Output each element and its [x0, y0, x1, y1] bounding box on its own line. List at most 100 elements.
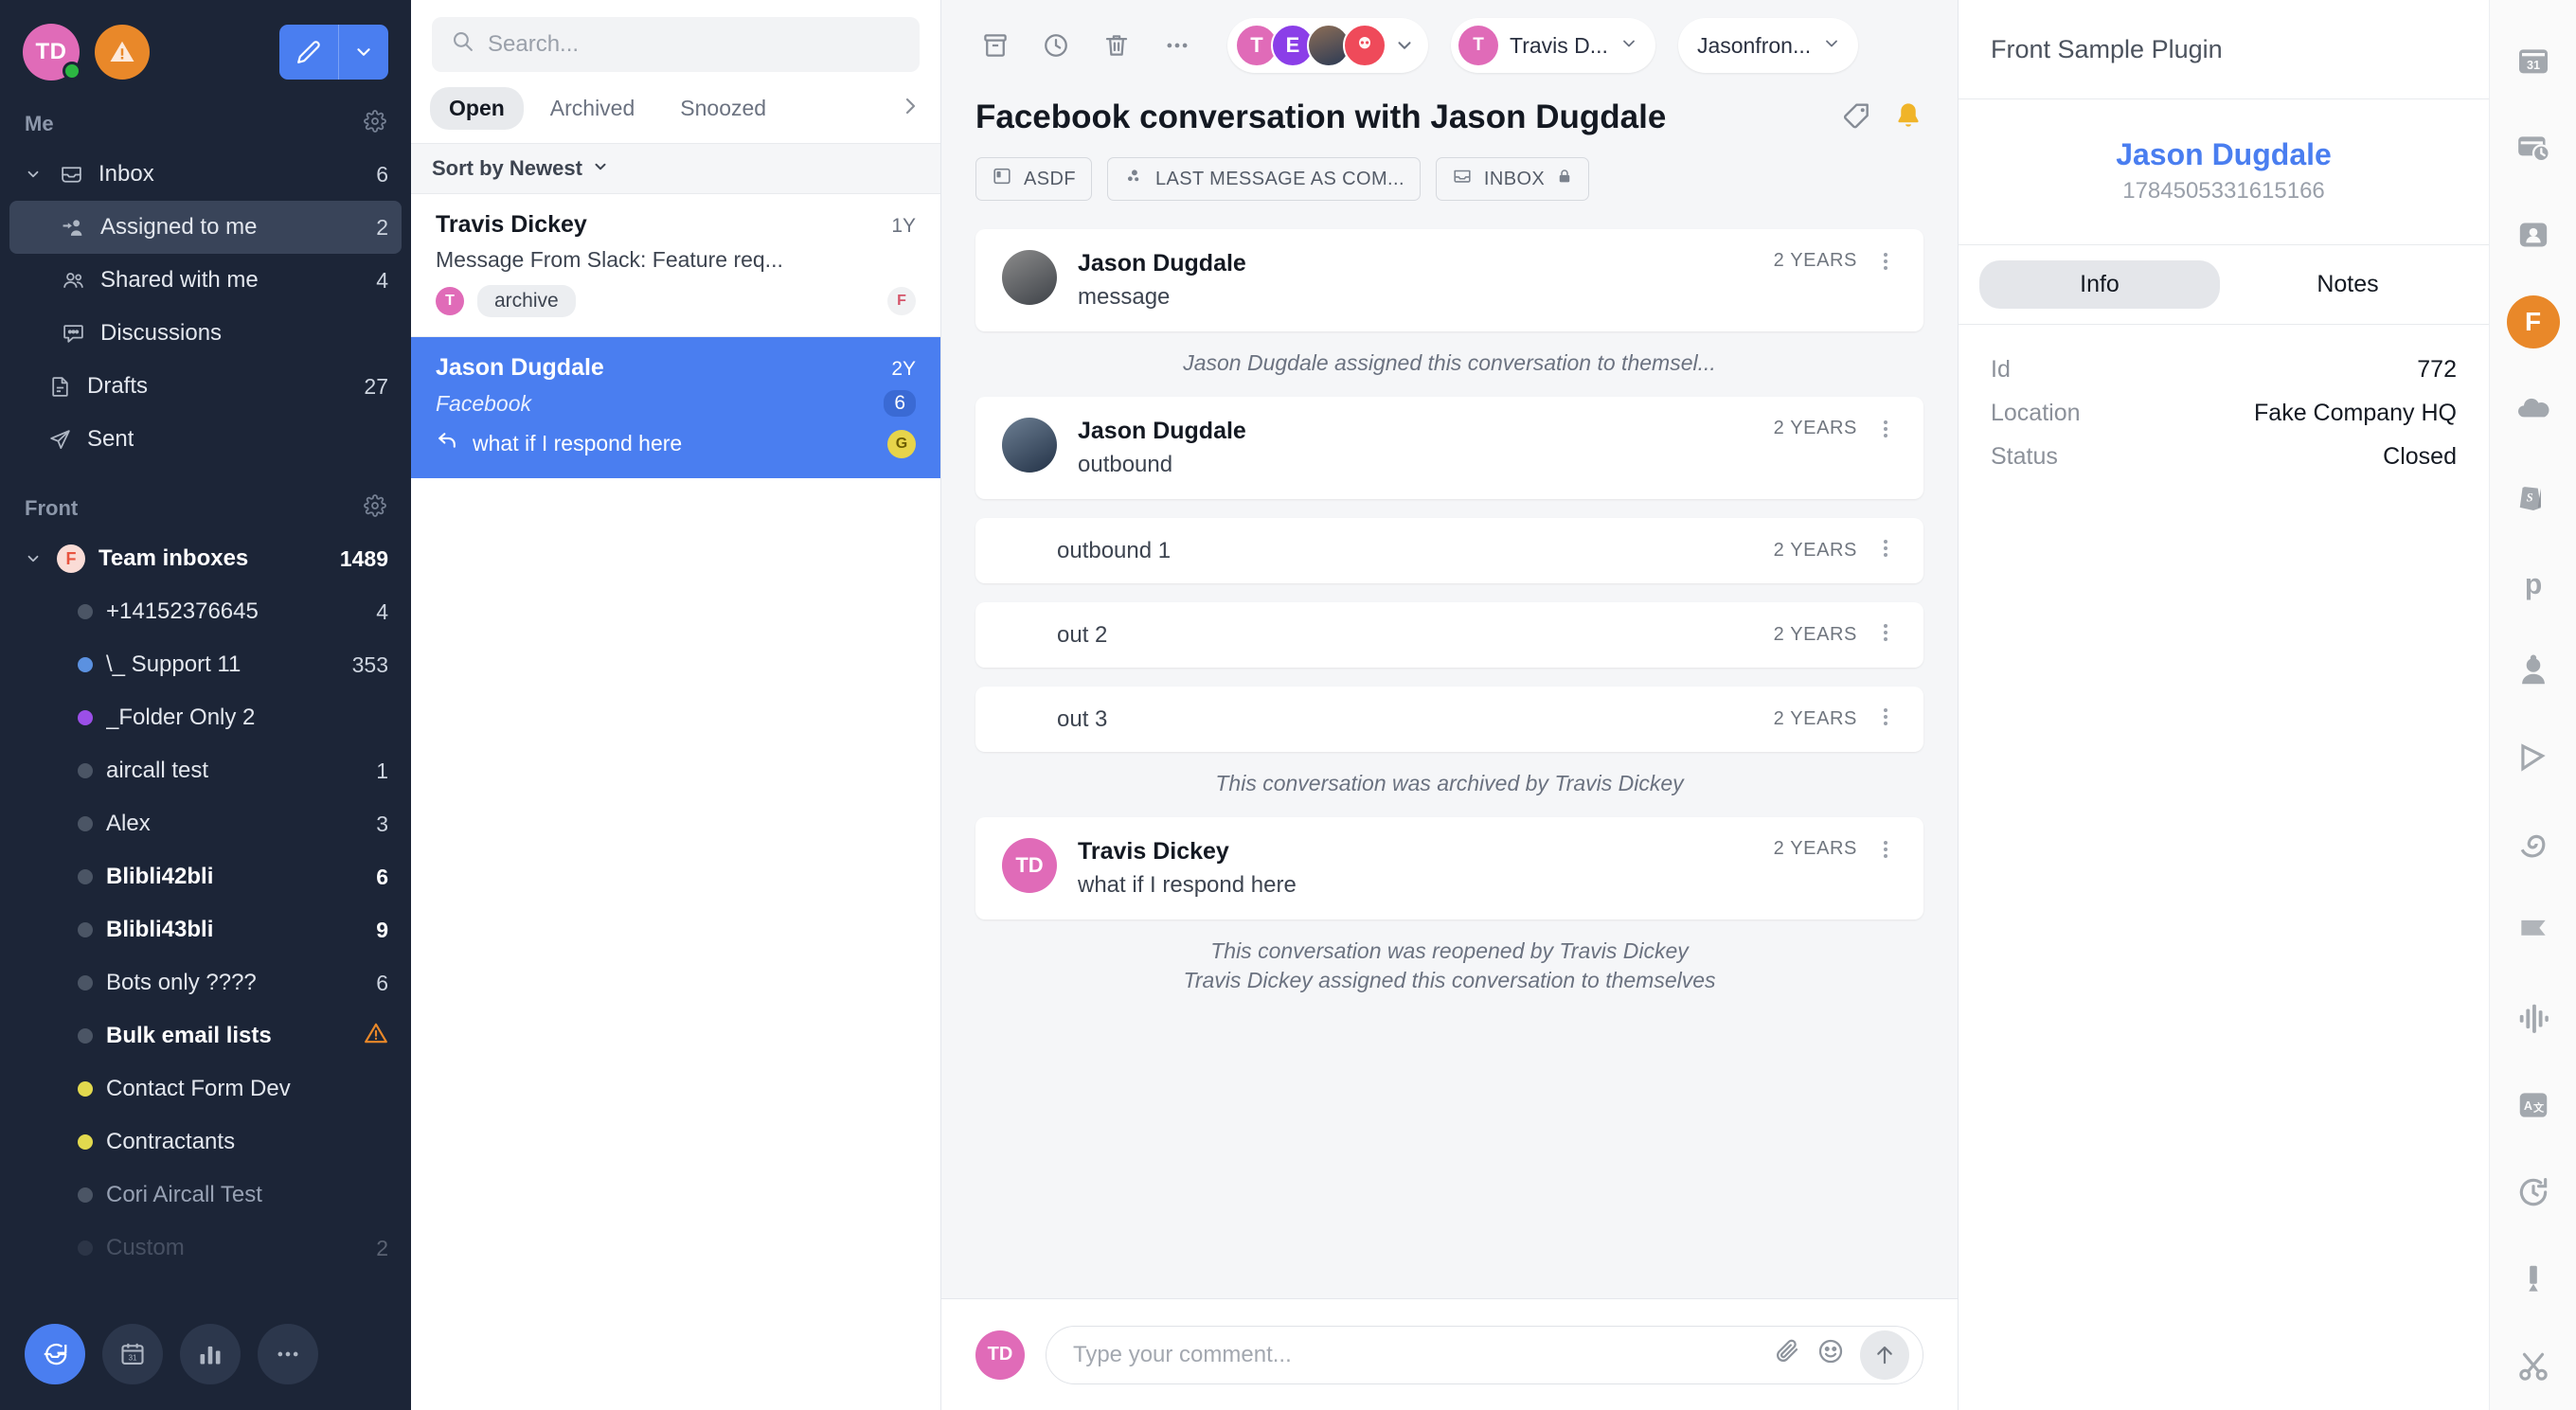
send-arrow-icon[interactable] — [1860, 1330, 1909, 1380]
inbox-bubble-icon[interactable] — [25, 1324, 85, 1384]
snooze-clock-icon[interactable] — [1029, 18, 1083, 73]
pin-icon[interactable] — [2490, 1236, 2576, 1323]
wallet-clock-icon[interactable] — [2490, 104, 2576, 191]
sidebar-item-label: Assigned to me — [100, 214, 258, 240]
comment-input[interactable]: Type your comment... — [1046, 1325, 1923, 1384]
message-item[interactable]: Jason Dugdale 2 YEARS outbound — [975, 397, 1923, 499]
front-f-icon[interactable]: F — [2490, 278, 2576, 366]
sidebar-item-custom[interactable]: Custom 2 — [9, 1222, 402, 1275]
scissors-icon[interactable] — [2490, 1323, 2576, 1410]
calendar-31-icon[interactable]: 31 — [2490, 17, 2576, 104]
more-dots-icon[interactable] — [1857, 418, 1897, 445]
sidebar-item-bots-only[interactable]: Bots only ???? 6 — [9, 956, 402, 1009]
search-placeholder: Search... — [488, 31, 580, 57]
list-item[interactable]: Travis Dickey 1Y Message From Slack: Fea… — [411, 194, 940, 337]
waveform-icon[interactable] — [2490, 974, 2576, 1062]
more-dots-icon[interactable] — [1857, 705, 1897, 733]
tab-open[interactable]: Open — [430, 87, 524, 130]
sidebar-item-contractants[interactable]: Contractants — [9, 1116, 402, 1169]
assignee-avatar-stack[interactable]: T E — [1227, 18, 1428, 73]
sidebar-item-bulk-email-lists[interactable]: Bulk email lists — [9, 1009, 402, 1062]
spiral-icon[interactable] — [2490, 800, 2576, 887]
front-f-badge: F — [2506, 294, 2560, 348]
sidebar-item-drafts[interactable]: Drafts 27 — [9, 360, 402, 413]
status-dot-icon — [78, 1028, 93, 1044]
row-key: Id — [1991, 355, 2011, 383]
sidebar-item-discussions[interactable]: Discussions — [9, 307, 402, 360]
gear-icon[interactable] — [364, 110, 386, 138]
flag-folded-icon[interactable] — [2490, 887, 2576, 974]
compose-dropdown-button[interactable] — [339, 25, 388, 80]
chevron-right-icon[interactable] — [899, 95, 921, 122]
compose-button[interactable] — [279, 25, 338, 80]
chevron-down-icon[interactable] — [23, 550, 44, 567]
tab-archived[interactable]: Archived — [531, 87, 653, 130]
compose-group[interactable] — [279, 25, 388, 80]
bell-icon[interactable] — [1893, 100, 1923, 135]
sidebar-item-cori-aircall-test[interactable]: Cori Aircall Test — [9, 1169, 402, 1222]
search-input[interactable]: Search... — [432, 17, 920, 72]
more-dots-icon[interactable] — [1857, 537, 1897, 564]
more-dots-icon[interactable] — [258, 1324, 318, 1384]
list-item[interactable]: Jason Dugdale 2Y Facebook 6 what if I re… — [411, 337, 940, 478]
cloud-icon[interactable] — [2490, 366, 2576, 453]
message-item[interactable]: TD Travis Dickey 2 YEARS what if I respo… — [975, 817, 1923, 919]
inbox-button[interactable]: INBOX — [1435, 157, 1590, 201]
sidebar-item-team-inboxes[interactable]: F Team inboxes 1489 — [9, 532, 402, 585]
assignee-selector[interactable]: T Travis D... — [1451, 18, 1655, 73]
flag-icon[interactable] — [2490, 714, 2576, 801]
pipedrive-p-icon[interactable]: p — [2490, 540, 2576, 627]
system-event: This conversation was archived by Travis… — [1215, 771, 1684, 795]
translate-icon[interactable]: A文 — [2490, 1062, 2576, 1149]
sort-control[interactable]: Sort by Newest — [411, 143, 940, 194]
last-message-button[interactable]: LAST MESSAGE AS COM... — [1106, 157, 1421, 201]
tab-notes[interactable]: Notes — [2227, 260, 2468, 309]
more-dots-icon[interactable] — [1857, 250, 1897, 277]
more-dots-icon[interactable] — [1857, 838, 1897, 866]
analytics-icon[interactable] — [180, 1324, 241, 1384]
gear-icon[interactable] — [364, 494, 386, 523]
message-item[interactable]: out 2 2 YEARS — [975, 602, 1923, 668]
contact-card-icon[interactable] — [2490, 191, 2576, 278]
chevron-down-icon[interactable] — [23, 166, 44, 183]
tag-button-asdf[interactable]: ASDF — [975, 157, 1092, 201]
avatar[interactable]: TD — [23, 24, 81, 80]
clock-refresh-icon[interactable] — [2490, 1149, 2576, 1236]
section-title: Me — [25, 112, 54, 135]
more-dots-icon[interactable] — [1150, 18, 1205, 73]
sidebar-item-blibli42bli[interactable]: Blibli42bli 6 — [9, 850, 402, 903]
sidebar-item-sent[interactable]: Sent — [9, 413, 402, 466]
tag-icon[interactable] — [1842, 100, 1872, 135]
tab-info[interactable]: Info — [1979, 260, 2220, 309]
sidebar-item-support-11[interactable]: \_ Support 11 353 — [9, 638, 402, 691]
message-item[interactable]: out 3 2 YEARS — [975, 687, 1923, 752]
sidebar-item-assigned-to-me[interactable]: Assigned to me 2 — [9, 201, 402, 254]
plugin-rail: 31 F S p A 文 — [2489, 0, 2576, 1410]
tab-snoozed[interactable]: Snoozed — [661, 87, 785, 130]
sidebar-item-blibli43bli[interactable]: Blibli43bli 9 — [9, 903, 402, 956]
inbox-selector[interactable]: Jasonfron... — [1677, 18, 1859, 73]
attachment-icon[interactable] — [1773, 1337, 1801, 1372]
sidebar-item-aircall-test[interactable]: aircall test 1 — [9, 744, 402, 797]
sidebar-item-alex[interactable]: Alex 3 — [9, 797, 402, 850]
sidebar-item-inbox[interactable]: Inbox 6 — [9, 148, 402, 201]
sidebar-item-14152376645[interactable]: +14152376645 4 — [9, 585, 402, 638]
chevron-down-icon[interactable] — [1394, 35, 1415, 56]
avatar: T — [436, 287, 464, 315]
more-dots-icon[interactable] — [1857, 621, 1897, 649]
message-item[interactable]: Jason Dugdale 2 YEARS message — [975, 229, 1923, 331]
trash-icon[interactable] — [1089, 18, 1144, 73]
sidebar-item-contact-form-dev[interactable]: Contact Form Dev — [9, 1062, 402, 1116]
archive-icon[interactable] — [968, 18, 1023, 73]
status-badge[interactable]: archive — [477, 285, 576, 317]
shopify-icon[interactable]: S — [2490, 453, 2576, 540]
calendar-31-icon[interactable]: 31 — [102, 1324, 163, 1384]
sidebar-item-shared-with-me[interactable]: Shared with me 4 — [9, 254, 402, 307]
sidebar-item-folder-only-2[interactable]: _Folder Only 2 — [9, 691, 402, 744]
sidebar-item-count: 4 — [376, 598, 388, 624]
contact-name-link[interactable]: Jason Dugdale — [1977, 137, 2470, 172]
emoji-icon[interactable] — [1816, 1337, 1845, 1372]
warning-badge-icon[interactable] — [95, 25, 150, 80]
message-item[interactable]: outbound 1 2 YEARS — [975, 518, 1923, 583]
person-avatar-icon[interactable] — [2490, 627, 2576, 714]
